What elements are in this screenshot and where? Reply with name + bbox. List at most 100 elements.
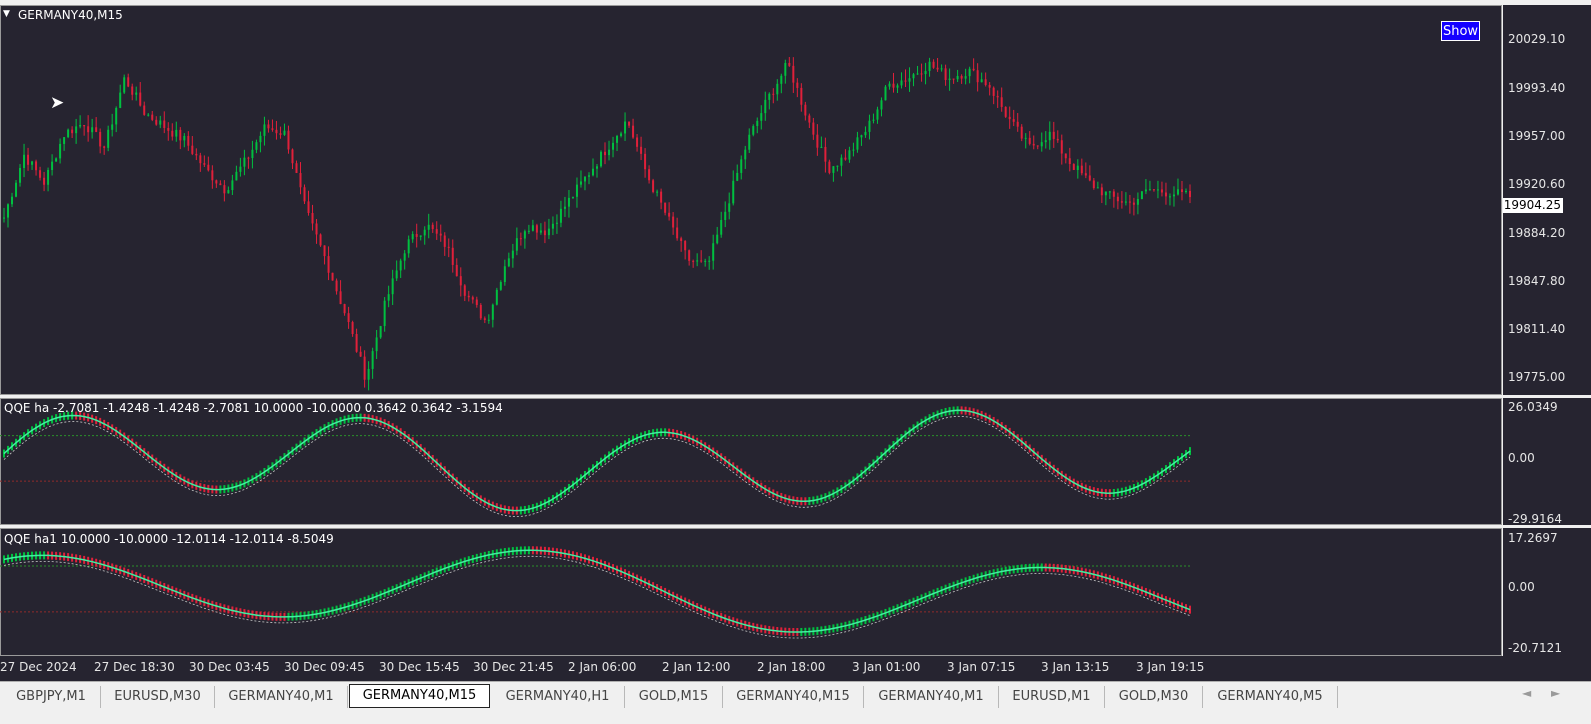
candle-body bbox=[219, 183, 222, 186]
candle-body bbox=[676, 227, 679, 239]
indicator2-tick: -20.7121 bbox=[1508, 641, 1562, 655]
candle-body bbox=[1032, 143, 1035, 146]
candle-body bbox=[231, 180, 234, 191]
candle-body bbox=[1152, 189, 1155, 191]
candle-body bbox=[1040, 142, 1043, 147]
tab-gold-m30[interactable]: GOLD,M30 bbox=[1105, 686, 1203, 708]
candle-body bbox=[968, 68, 971, 77]
candle-body bbox=[127, 77, 130, 87]
price-tick: 19993.40 bbox=[1508, 81, 1566, 95]
indicator2-signal-line bbox=[3, 549, 1191, 633]
candle-body bbox=[1020, 126, 1023, 139]
candle-body bbox=[371, 351, 374, 369]
show-button[interactable]: Show bbox=[1441, 21, 1480, 41]
candle-body bbox=[355, 333, 358, 352]
candle-body bbox=[1016, 121, 1019, 127]
candle-body bbox=[203, 163, 206, 165]
candle-body bbox=[1104, 191, 1107, 196]
candle-body bbox=[960, 75, 963, 79]
candle-body bbox=[87, 126, 90, 133]
candle-body bbox=[23, 154, 26, 168]
tab-germany40-m15-active[interactable]: GERMANY40,M15 bbox=[349, 684, 490, 708]
tab-germany40-h1[interactable]: GERMANY40,H1 bbox=[491, 686, 625, 708]
time-tick: 2 Jan 18:00 bbox=[757, 660, 826, 674]
candle-body bbox=[247, 157, 250, 159]
candle-body bbox=[672, 216, 675, 228]
candle-body bbox=[427, 224, 430, 230]
candle-body bbox=[616, 135, 619, 143]
candle-body bbox=[1088, 175, 1091, 181]
candle-body bbox=[579, 181, 582, 185]
candle-body bbox=[764, 99, 767, 114]
candle-body bbox=[287, 130, 290, 150]
scroll-left-icon[interactable]: ◄ bbox=[1522, 686, 1531, 700]
chart-title: GERMANY40,M15 bbox=[18, 8, 123, 22]
tab-eurusd-m30[interactable]: EURUSD,M30 bbox=[101, 686, 215, 708]
candle-body bbox=[211, 170, 214, 181]
candle-body bbox=[119, 92, 122, 108]
candle-body bbox=[792, 65, 795, 83]
candle-body bbox=[1076, 165, 1079, 171]
candle-body bbox=[660, 191, 663, 203]
candle-body bbox=[15, 182, 18, 197]
candle-body bbox=[311, 212, 314, 224]
candle-body bbox=[331, 272, 334, 281]
candle-body bbox=[91, 127, 94, 133]
candle-body bbox=[712, 243, 715, 261]
candle-body bbox=[1012, 119, 1015, 122]
candle-body bbox=[103, 146, 106, 148]
candle-body bbox=[872, 119, 875, 121]
price-tick: 20029.10 bbox=[1508, 32, 1566, 46]
candle-body bbox=[567, 197, 570, 207]
candle-body bbox=[347, 313, 350, 323]
candle-body bbox=[31, 161, 34, 165]
candle-body bbox=[696, 260, 699, 262]
candle-body bbox=[988, 84, 991, 88]
candle-body bbox=[1084, 173, 1087, 176]
tab-germany40-m1-2[interactable]: GERMANY40,M1 bbox=[864, 686, 999, 708]
candle-body bbox=[828, 161, 831, 173]
tab-germany40-m5[interactable]: GERMANY40,M5 bbox=[1203, 686, 1338, 708]
candle-body bbox=[600, 151, 603, 167]
time-tick: 3 Jan 19:15 bbox=[1136, 660, 1205, 674]
tab-gold-m15[interactable]: GOLD,M15 bbox=[625, 686, 723, 708]
candle-body bbox=[259, 135, 262, 143]
candle-body bbox=[551, 223, 554, 229]
candle-body bbox=[35, 161, 38, 171]
candle-body bbox=[612, 142, 615, 150]
candle-body bbox=[1184, 190, 1187, 193]
candle-body bbox=[1164, 192, 1167, 197]
candle-body bbox=[447, 246, 450, 248]
tab-germany40-m1[interactable]: GERMANY40,M1 bbox=[215, 686, 348, 708]
candle-body bbox=[860, 135, 863, 138]
candle-body bbox=[756, 120, 759, 127]
candle-body bbox=[115, 107, 118, 125]
candle-body bbox=[868, 120, 871, 132]
tab-eurusd-m1[interactable]: EURUSD,M1 bbox=[999, 686, 1105, 708]
candle-body bbox=[459, 276, 462, 286]
candle-body bbox=[812, 122, 815, 135]
candle-body bbox=[315, 223, 318, 235]
candle-body bbox=[844, 157, 847, 160]
indicator2-tick: 17.2697 bbox=[1508, 531, 1558, 545]
candle-body bbox=[95, 127, 98, 132]
collapse-arrow-icon[interactable]: ▼ bbox=[3, 9, 10, 19]
candle-body bbox=[784, 62, 787, 76]
candle-body bbox=[980, 79, 983, 83]
tab-germany40-m15[interactable]: GERMANY40,M15 bbox=[723, 686, 864, 708]
candle-body bbox=[972, 68, 975, 71]
candle-body bbox=[1048, 131, 1051, 141]
price-tick: 19775.00 bbox=[1508, 370, 1566, 384]
time-tick: 3 Jan 07:15 bbox=[947, 660, 1016, 674]
candle-body bbox=[688, 250, 691, 261]
candle-body bbox=[704, 260, 707, 262]
candle-body bbox=[363, 356, 366, 380]
candle-body bbox=[55, 158, 58, 162]
candle-body bbox=[267, 124, 270, 129]
time-tick: 30 Dec 15:45 bbox=[379, 660, 460, 674]
tab-gbpjpy-m1[interactable]: GBPJPY,M1 bbox=[2, 686, 101, 708]
candle-body bbox=[451, 247, 454, 265]
candle-body bbox=[51, 161, 54, 170]
time-tick: 2 Jan 12:00 bbox=[662, 660, 731, 674]
scroll-right-icon[interactable]: ► bbox=[1551, 686, 1560, 700]
